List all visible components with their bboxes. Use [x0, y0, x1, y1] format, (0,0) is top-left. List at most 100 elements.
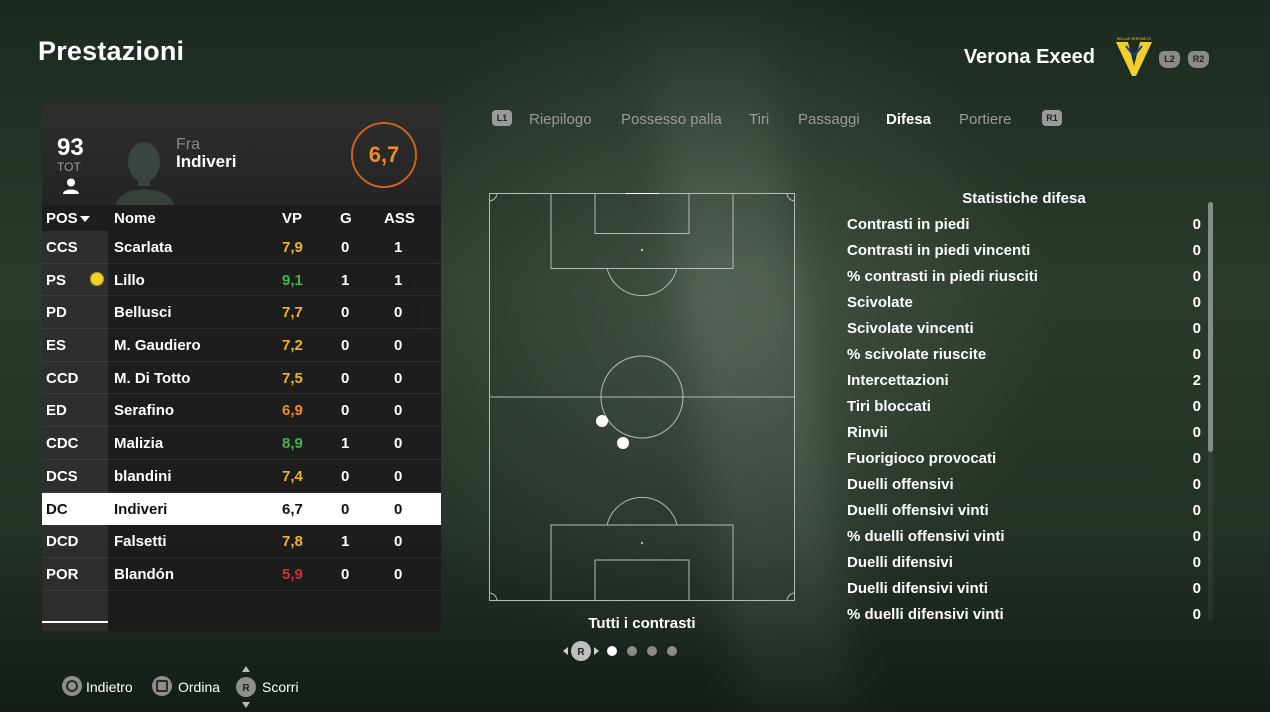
- pager-right-arrow-icon: [594, 647, 599, 655]
- tab-portiere[interactable]: Portiere: [959, 111, 1012, 128]
- player-position: CDC: [46, 435, 79, 453]
- sort-down-icon: [79, 216, 90, 222]
- r1-button[interactable]: R1: [1042, 110, 1062, 126]
- stat-label: % duelli offensivi vinti: [847, 528, 1005, 545]
- table-row[interactable]: PD Bellusci 7,7 0 0: [42, 296, 441, 330]
- pager-dot-active: [607, 646, 617, 656]
- tab-passaggi[interactable]: Passaggi: [798, 111, 860, 128]
- table-row[interactable]: DC Indiveri 6,7 0 0: [42, 492, 441, 526]
- table-row[interactable]: DCD Falsetti 7,8 1 0: [42, 525, 441, 558]
- stat-row: % duelli offensivi vinti 0: [847, 524, 1201, 550]
- stat-value: 0: [1192, 554, 1201, 571]
- tackle-point: [596, 415, 608, 427]
- stat-label: % scivolate riuscite: [847, 346, 987, 363]
- table-row[interactable]: ED Serafino 6,9 0 0: [42, 394, 441, 428]
- defense-stats-list: Contrasti in piedi 0 Contrasti in piedi vi…: [847, 212, 1201, 628]
- right-stick-scroll-icon[interactable]: R: [236, 666, 256, 708]
- player-assists: 0: [394, 500, 403, 518]
- player-position: DC: [46, 500, 68, 518]
- stat-label: Tiri bloccati: [847, 398, 931, 415]
- r2-button[interactable]: R2: [1188, 51, 1209, 68]
- stat-row: % contrasti in piedi riusciti 0: [847, 264, 1201, 290]
- stat-value: 0: [1192, 268, 1201, 285]
- player-goals: 0: [341, 402, 350, 420]
- pitch-pager[interactable]: R: [562, 640, 682, 662]
- player-vp: 7,4: [282, 467, 303, 485]
- player-vp: 7,2: [282, 337, 303, 355]
- table-row[interactable]: PS Lillo 9,1 1 1: [42, 264, 441, 297]
- header-name[interactable]: Nome: [114, 210, 156, 227]
- stat-label: Rinvii: [847, 424, 888, 441]
- player-name: Bellusci: [114, 304, 172, 322]
- stat-label: Duelli difensivi: [847, 554, 953, 571]
- player-assists: 0: [394, 337, 403, 355]
- header-pos[interactable]: POS: [46, 210, 90, 227]
- player-name: blandini: [114, 467, 172, 485]
- player-last-name: Indiveri: [176, 152, 237, 171]
- player-match-rating: 6,7: [351, 122, 417, 188]
- tackle-point: [617, 437, 629, 449]
- table-row[interactable]: DCS blandini 7,4 0 0: [42, 460, 441, 493]
- tab-riepilogo[interactable]: Riepilogo: [529, 111, 592, 128]
- stat-value: 0: [1192, 502, 1201, 519]
- stat-label: % contrasti in piedi riusciti: [847, 268, 1038, 285]
- sort-label[interactable]: Ordina: [178, 679, 220, 695]
- scroll-stick-label: R: [242, 683, 250, 694]
- player-goals: 0: [341, 369, 350, 387]
- pitch-diagram: [489, 193, 795, 601]
- stat-label: Contrasti in piedi vincenti: [847, 242, 1031, 259]
- stat-row: Duelli difensivi 0: [847, 550, 1201, 576]
- player-name: Indiveri: [114, 500, 168, 518]
- stat-row: Fuorigioco provocati 0: [847, 446, 1201, 472]
- tab-possesso-palla[interactable]: Possesso palla: [621, 111, 722, 128]
- square-button-icon[interactable]: [152, 676, 172, 696]
- stat-value: 0: [1192, 294, 1201, 311]
- back-label[interactable]: Indietro: [86, 679, 133, 695]
- stat-value: 0: [1192, 398, 1201, 415]
- player-assists: 1: [394, 239, 403, 256]
- stats-scrollbar-thumb[interactable]: [1208, 202, 1213, 452]
- stat-label: Duelli difensivi vinti: [847, 580, 988, 597]
- stat-value: 0: [1192, 346, 1201, 363]
- stat-value: 0: [1192, 580, 1201, 597]
- scroll-label[interactable]: Scorri: [262, 679, 299, 695]
- stat-row: % scivolate riuscite 0: [847, 342, 1201, 368]
- stat-row: Intercettazioni 2: [847, 368, 1201, 394]
- pager-dot: [667, 646, 677, 656]
- stat-value: 0: [1192, 450, 1201, 467]
- header-ass[interactable]: ASS: [384, 210, 415, 227]
- player-name: M. Di Totto: [114, 369, 191, 387]
- pager-r-label: R: [577, 647, 585, 658]
- player-position: CCS: [46, 239, 78, 256]
- player-card: 93 TOT Fra Indiveri 6,7: [42, 104, 441, 205]
- circle-button-icon[interactable]: [62, 676, 82, 696]
- l1-button[interactable]: L1: [492, 110, 512, 126]
- stat-label: % duelli difensivi vinti: [847, 606, 1004, 623]
- table-row[interactable]: CCD M. Di Totto 7,5 0 0: [42, 362, 441, 395]
- player-name: Serafino: [114, 402, 175, 420]
- l2-button[interactable]: L2: [1159, 51, 1180, 68]
- stat-row: Contrasti in piedi 0: [847, 212, 1201, 238]
- player-position: ED: [46, 402, 67, 420]
- player-position: PD: [46, 304, 67, 322]
- stat-row: Duelli offensivi vinti 0: [847, 498, 1201, 524]
- table-row[interactable]: POR Blandón 5,9 0 0: [42, 558, 441, 591]
- table-row[interactable]: ES M. Gaudiero 7,2 0 0: [42, 329, 441, 362]
- tab-difesa[interactable]: Difesa: [886, 111, 931, 128]
- header-g[interactable]: G: [340, 210, 352, 227]
- stat-label: Contrasti in piedi: [847, 216, 970, 233]
- player-position: POR: [46, 565, 79, 583]
- player-vp: 6,7: [282, 500, 303, 518]
- player-rows: CCS Scarlata 7,9 0 1 PS Lillo 9,1 1 1 PD Bellusci 7,…: [42, 231, 441, 591]
- player-avatar: [116, 142, 174, 205]
- tab-tiri[interactable]: Tiri: [749, 111, 769, 128]
- header-vp[interactable]: VP: [282, 210, 302, 227]
- player-assists: 0: [394, 533, 403, 551]
- table-row[interactable]: CCS Scarlata 7,9 0 1: [42, 231, 441, 264]
- player-ovr-label: TOT: [57, 160, 81, 174]
- player-vp: 8,9: [282, 435, 303, 453]
- table-row[interactable]: CDC Malizia 8,9 1 0: [42, 427, 441, 460]
- player-ovr: 93: [57, 134, 84, 161]
- stat-label: Duelli offensivi: [847, 476, 954, 493]
- player-position: ES: [46, 337, 67, 355]
